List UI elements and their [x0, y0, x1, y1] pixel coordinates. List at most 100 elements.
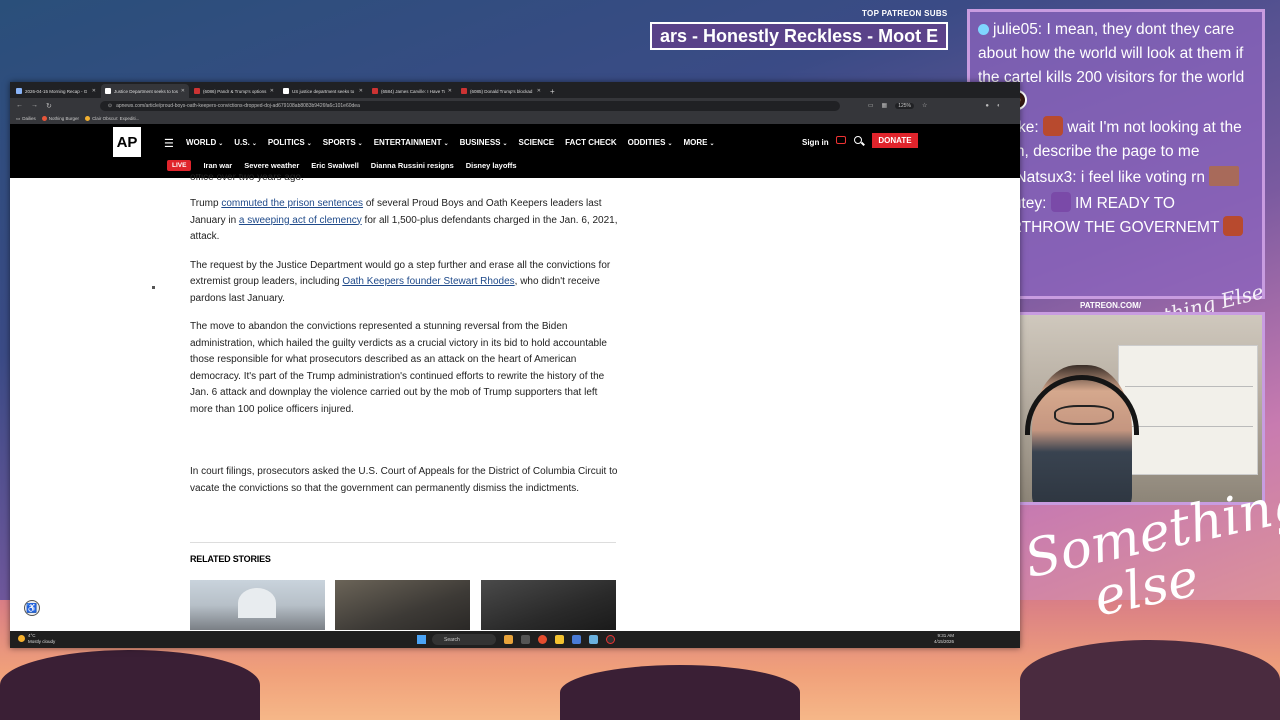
article-link[interactable]: a sweeping act of clemency: [239, 215, 362, 226]
nav-item-sports[interactable]: SPORTS ⌄: [323, 138, 363, 147]
profile-icon[interactable]: ◐: [997, 103, 1001, 109]
zoom-badge[interactable]: 125%: [895, 102, 915, 109]
trending-link[interactable]: Disney layoffs: [466, 161, 517, 170]
taskbar-app-icon[interactable]: [521, 635, 530, 644]
chevron-down-icon: ⌄: [502, 141, 508, 147]
ap-header: AP ☰ WORLD ⌄ U.S. ⌄ POLITICS ⌄ SPORTS ⌄ ENTE…: [10, 124, 1020, 178]
face-emote-icon: [1050, 192, 1071, 212]
nav-item-oddities[interactable]: ODDITIES ⌄: [628, 138, 673, 147]
article-paragraph: In court filings, prosecutors asked the …: [190, 466, 618, 494]
taskbar-app-icon[interactable]: [504, 635, 513, 644]
nav-item-fact-check[interactable]: FACT CHECK: [565, 138, 617, 147]
taskbar-app-icon[interactable]: [555, 635, 564, 644]
url-text: apnews.com/article/proud-boys-oath-keepe…: [116, 102, 360, 109]
chevron-down-icon: ⌄: [709, 141, 715, 147]
mouse-cursor: [152, 286, 155, 289]
chat-icon[interactable]: [836, 136, 846, 144]
scrolling-banner: ars - Honestly Reckless - Moot E: [650, 22, 948, 50]
article-link[interactable]: commuted the prison sentences: [221, 198, 363, 209]
nav-item-us[interactable]: U.S. ⌄: [234, 138, 257, 147]
article-link[interactable]: Oath Keepers founder Stewart Rhodes: [342, 276, 514, 287]
install-icon[interactable]: ▭: [868, 102, 874, 109]
taskbar-app-icon[interactable]: [538, 635, 547, 644]
taskbar-app-icon[interactable]: [606, 635, 615, 644]
nav-item-world[interactable]: WORLD ⌄: [186, 138, 223, 147]
back-icon[interactable]: ←: [16, 102, 23, 109]
trending-link[interactable]: Severe weather: [244, 161, 299, 170]
bookmark-item[interactable]: Clair Obscur: Expediti...: [85, 116, 139, 121]
ap-logo[interactable]: AP: [113, 127, 141, 157]
chat-text: i feel like voting rn: [1080, 169, 1205, 186]
browser-tab[interactable]: (6085) Donald Trump's blockad ✕: [457, 84, 545, 98]
capitol-image: [238, 588, 276, 618]
translate-icon[interactable]: ▦: [882, 102, 888, 109]
ap-nav: WORLD ⌄ U.S. ⌄ POLITICS ⌄ SPORTS ⌄ ENTERTAIN…: [186, 138, 715, 147]
close-icon[interactable]: ✕: [181, 88, 185, 94]
doc-icon: [16, 88, 22, 94]
cam-dresser: [1118, 345, 1258, 475]
donate-button[interactable]: DONATE: [872, 133, 918, 148]
bookmark-item[interactable]: Nothing Burger: [41, 116, 79, 121]
browser-tab[interactable]: (6086) Pandr & Trump's options ✕: [190, 84, 278, 98]
related-story-thumbnail[interactable]: [481, 580, 616, 630]
bookmarks-bar: ▭ Dailies Nothing Burger Clair Obscur: Ex…: [10, 113, 1020, 124]
browser-window: 2026-04-15 Morning Recap - G ✕ Justice De…: [10, 82, 1020, 648]
bookmark-star-icon[interactable]: ☆: [922, 102, 927, 109]
nav-item-entertainment[interactable]: ENTERTAINMENT ⌄: [374, 138, 449, 147]
search-icon[interactable]: [854, 136, 862, 144]
chevron-down-icon: ⌄: [218, 141, 224, 147]
system-clock[interactable]: 9:31 AM 4/15/2026: [934, 633, 954, 645]
menu-icon[interactable]: ☰: [164, 137, 174, 150]
browser-tab[interactable]: 2026-04-15 Morning Recap - G ✕: [12, 84, 100, 98]
close-icon[interactable]: ✕: [537, 88, 541, 94]
extension-icon[interactable]: ●: [985, 103, 989, 109]
trending-link[interactable]: Iran war: [203, 161, 232, 170]
bookmark-favicon-icon: [85, 116, 91, 121]
nav-item-science[interactable]: SCIENCE: [519, 138, 555, 147]
chevron-down-icon: ⌄: [667, 141, 673, 147]
ap-favicon-icon: [283, 88, 289, 94]
browser-tab-active[interactable]: Justice Department seeks to toss ✕: [101, 84, 189, 98]
patreon-url: PATREON.COM/: [1080, 301, 1142, 310]
sign-in-link[interactable]: Sign in: [802, 138, 829, 147]
trending-bar: LIVE Iran war Severe weather Eric Swalwe…: [167, 160, 517, 171]
site-info-icon[interactable]: ⊙: [108, 103, 112, 109]
windows-start-icon[interactable]: [417, 635, 426, 644]
nav-item-politics[interactable]: POLITICS ⌄: [268, 138, 312, 147]
weather-widget[interactable]: 4°C Mostly cloudy: [18, 633, 55, 645]
taskbar-app-icon[interactable]: [572, 635, 581, 644]
nav-item-more[interactable]: MORE ⌄: [683, 138, 714, 147]
bookmark-item[interactable]: ▭ Dailies: [16, 116, 36, 122]
accessibility-icon[interactable]: ♿: [24, 600, 40, 616]
close-icon[interactable]: ✕: [92, 88, 96, 94]
browser-tab[interactable]: (6584) James Carville: I Have To ✕: [368, 84, 456, 98]
taskbar-search[interactable]: Search: [432, 634, 496, 645]
url-input[interactable]: ⊙ apnews.com/article/proud-boys-oath-kee…: [99, 100, 840, 111]
article-paragraph: Trump commuted the prison sentences of s…: [190, 198, 618, 242]
face-emote-icon: [1042, 116, 1063, 136]
new-tab-button[interactable]: +: [550, 87, 555, 96]
picture-emote-icon: [1209, 166, 1240, 186]
close-icon[interactable]: ✕: [448, 88, 452, 94]
article-paragraph: The request by the Justice Department wo…: [190, 259, 611, 304]
palm-silhouette: [1020, 640, 1280, 720]
trending-link[interactable]: Eric Swalwell: [311, 161, 359, 170]
windows-taskbar: 4°C Mostly cloudy Search 9:31 AM 4/15/202…: [10, 631, 1020, 648]
reload-icon[interactable]: ↻: [46, 102, 52, 110]
youtube-icon: [372, 88, 378, 94]
close-icon[interactable]: ✕: [359, 88, 363, 94]
tab-bar: 2026-04-15 Morning Recap - G ✕ Justice De…: [10, 82, 1020, 98]
close-icon[interactable]: ✕: [270, 88, 274, 94]
nav-item-business[interactable]: BUSINESS ⌄: [460, 138, 508, 147]
browser-tab[interactable]: US justice department seeks to ✕: [279, 84, 367, 98]
related-story-thumbnail[interactable]: [190, 580, 325, 630]
taskbar-app-icon[interactable]: [589, 635, 598, 644]
forward-icon[interactable]: →: [31, 102, 38, 109]
live-badge[interactable]: LIVE: [167, 160, 192, 171]
top-patreon-label: TOP PATREON SUBS: [862, 9, 948, 18]
weather-icon: [18, 635, 25, 642]
related-story-thumbnail[interactable]: [335, 580, 470, 630]
trending-link[interactable]: Dianna Russini resigns: [371, 161, 454, 170]
youtube-icon: [194, 88, 200, 94]
chevron-down-icon: ⌄: [251, 141, 257, 147]
